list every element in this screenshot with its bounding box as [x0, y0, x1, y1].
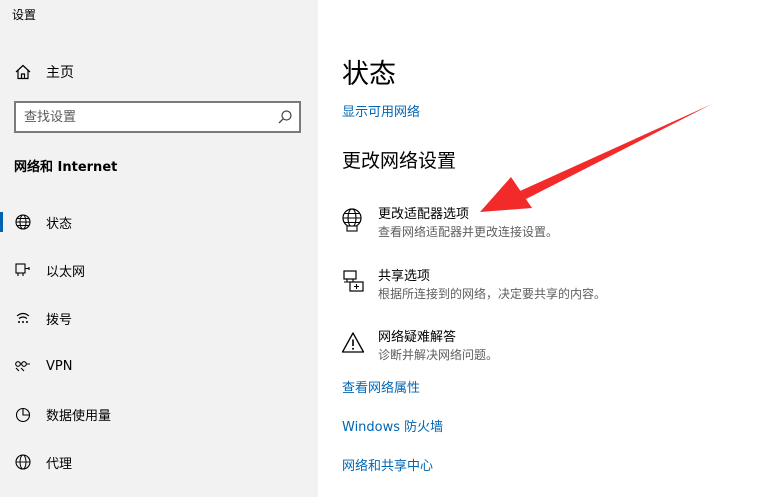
warning-icon — [340, 330, 366, 356]
option-title: 网络疑难解答 — [378, 330, 457, 345]
change-adapter-options[interactable]: 更改适配器选项 查看网络适配器并更改连接设置。 — [340, 203, 640, 247]
search-input[interactable] — [24, 103, 274, 131]
windows-firewall-link[interactable]: Windows 防火墙 — [342, 416, 443, 435]
vpn-icon — [14, 357, 32, 375]
section-title: 网络和 Internet — [14, 160, 118, 175]
show-available-networks-link[interactable]: 显示可用网络 — [342, 101, 420, 120]
sharing-icon — [340, 269, 366, 295]
selection-indicator — [0, 212, 3, 232]
sidebar-item-dialup[interactable]: 拨号 — [0, 298, 318, 338]
sidebar-item-label: 状态 — [46, 216, 73, 232]
sidebar-item-vpn[interactable]: VPN — [0, 346, 318, 386]
option-description: 根据所连接到的网络，决定要共享的内容。 — [378, 287, 607, 301]
sidebar-item-label: 拨号 — [46, 312, 73, 328]
page-title: 状态 — [342, 59, 396, 90]
data-usage-icon — [14, 405, 32, 423]
view-network-properties-link[interactable]: 查看网络属性 — [342, 377, 420, 396]
search-icon[interactable] — [277, 109, 293, 125]
network-sharing-center-link[interactable]: 网络和共享中心 — [342, 455, 433, 474]
sidebar-item-data-usage[interactable]: 数据使用量 — [0, 394, 318, 434]
sidebar-item-label: 数据使用量 — [46, 408, 112, 424]
globe-icon — [14, 213, 32, 231]
change-network-settings-heading: 更改网络设置 — [342, 150, 457, 172]
search-box[interactable] — [14, 101, 301, 133]
sidebar-item-label: VPN — [46, 358, 73, 374]
dialup-icon — [14, 309, 32, 327]
ethernet-icon — [14, 261, 32, 279]
sidebar: 设置 主页 网络和 Internet 状态 以太网 拨号 — [0, 0, 318, 497]
sidebar-item-label: 以太网 — [46, 264, 86, 280]
network-troubleshooter[interactable]: 网络疑难解答 诊断并解决网络问题。 — [340, 326, 640, 370]
proxy-globe-icon — [14, 453, 32, 471]
home-icon — [14, 63, 32, 81]
sidebar-item-proxy[interactable]: 代理 — [0, 442, 318, 482]
option-description: 诊断并解决网络问题。 — [378, 348, 499, 362]
sidebar-item-status[interactable]: 状态 — [0, 202, 318, 242]
option-title: 共享选项 — [378, 269, 431, 284]
nav-home[interactable]: 主页 — [14, 60, 304, 84]
option-description: 查看网络适配器并更改连接设置。 — [378, 225, 559, 239]
sidebar-item-label: 代理 — [46, 456, 73, 472]
window-title: 设置 — [12, 8, 37, 22]
option-title: 更改适配器选项 — [378, 207, 470, 222]
sidebar-item-ethernet[interactable]: 以太网 — [0, 250, 318, 290]
nav-home-label: 主页 — [46, 65, 74, 81]
adapter-globe-icon — [340, 207, 366, 233]
sharing-options[interactable]: 共享选项 根据所连接到的网络，决定要共享的内容。 — [340, 265, 640, 309]
